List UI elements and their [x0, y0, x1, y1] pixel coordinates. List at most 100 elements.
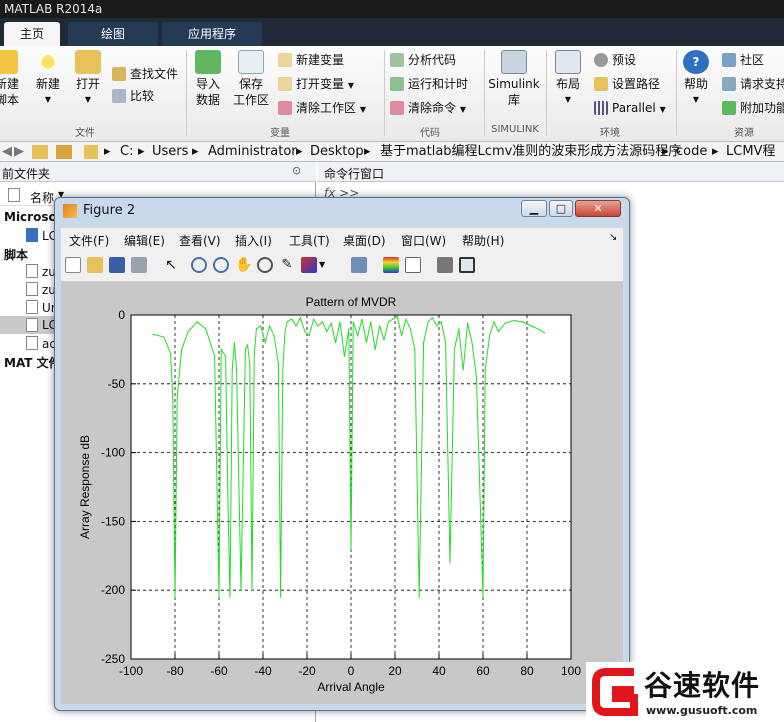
menu-file[interactable]: 文件(F): [69, 232, 109, 249]
simulink-icon: [501, 50, 527, 74]
zoom-in-icon[interactable]: [191, 257, 207, 273]
list-item[interactable]: ac: [26, 336, 56, 351]
tab-plots[interactable]: 绘图: [68, 22, 158, 46]
new-figure-icon[interactable]: [65, 257, 81, 273]
brush-icon[interactable]: [301, 257, 317, 273]
community-button[interactable]: 社区: [722, 50, 764, 70]
breadcrumb-item[interactable]: 基于matlab编程Lcmv准则的波束形成方法源码程序: [380, 142, 681, 162]
new-script-button[interactable]: 新建 脚本: [0, 50, 22, 108]
address-bar: ◀ ▶ ▸ C: ▸ Users ▸ Administrator ▸ Deskt…: [0, 142, 784, 179]
legend-icon[interactable]: [405, 257, 421, 273]
response-data-point: [427, 321, 429, 323]
zoom-out-icon[interactable]: [213, 257, 229, 273]
list-item[interactable]: Ur: [26, 300, 56, 315]
breadcrumb-item[interactable]: code: [676, 142, 707, 162]
rotate-3d-icon[interactable]: [257, 257, 273, 273]
y-tick-label: -50: [108, 377, 126, 391]
column-header-name[interactable]: 名称: [30, 189, 54, 206]
hide-tools-icon[interactable]: [437, 257, 453, 273]
menu-insert[interactable]: 插入(I): [235, 232, 272, 249]
forward-arrow-icon[interactable]: ▶: [14, 142, 24, 162]
response-data-point: [370, 321, 372, 323]
set-path-button[interactable]: 设置路径: [594, 74, 660, 94]
response-data-point: [308, 335, 310, 337]
help-button[interactable]: ? 帮助 ▼: [680, 50, 712, 108]
menu-tools[interactable]: 工具(T): [289, 232, 330, 249]
find-files-button[interactable]: 查找文件: [112, 64, 178, 84]
mvdr-pattern-chart[interactable]: -100 -80 -60 -40 -20 0 20 40 60 80 1000-50-100-150…: [61, 282, 623, 704]
chevron-down-icon[interactable]: ▼: [319, 257, 329, 273]
breadcrumb-item[interactable]: C:: [120, 142, 133, 162]
request-support-button[interactable]: 请求支持: [722, 74, 784, 94]
pointer-icon[interactable]: ↖: [163, 257, 179, 273]
x-tick-label: 80: [520, 664, 534, 678]
figure-title: Figure 2: [83, 203, 136, 218]
menu-help[interactable]: 帮助(H): [462, 232, 504, 249]
panel-title: 前文件夹: [2, 167, 51, 181]
colorbar-icon[interactable]: [383, 257, 399, 273]
parallel-button[interactable]: Parallel ▼: [594, 98, 666, 118]
compare-button[interactable]: 比较: [112, 86, 154, 106]
list-item[interactable]: zu: [26, 264, 56, 279]
figure-window[interactable]: Figure 2 ▁ □ ✕ 文件(F) 编辑(E) 查看(V) 插入(I) 工…: [54, 197, 630, 711]
response-data-point: [383, 339, 385, 341]
menu-desktop[interactable]: 桌面(D): [343, 232, 386, 249]
clear-commands-button[interactable]: 清除命令 ▼: [390, 98, 466, 118]
analyze-code-button[interactable]: 分析代码: [390, 50, 456, 70]
tab-apps[interactable]: 应用程序: [162, 22, 262, 46]
open-variable-button[interactable]: 打开变量 ▼: [278, 74, 354, 94]
up-folder-icon[interactable]: [32, 145, 48, 159]
breadcrumb-item[interactable]: Desktop: [310, 142, 364, 162]
open-variable-icon: [278, 77, 292, 91]
show-tools-icon[interactable]: [459, 257, 475, 273]
plus-icon: [722, 101, 736, 115]
breadcrumb-separator: ▸: [104, 144, 111, 159]
run-and-time-button[interactable]: 运行和计时: [390, 74, 468, 94]
save-workspace-button[interactable]: 保存 工作区: [230, 50, 272, 108]
preferences-button[interactable]: 预设: [594, 50, 636, 70]
addons-button[interactable]: 附加功能: [722, 98, 784, 118]
browse-folder-icon[interactable]: [56, 145, 72, 159]
layout-button[interactable]: 布局 ▼: [550, 50, 586, 108]
response-data-point: [544, 332, 546, 334]
open-button[interactable]: 打开 ▼: [70, 50, 106, 108]
import-data-button[interactable]: 导入 数据: [190, 50, 226, 108]
chevron-down-icon: ▼: [564, 95, 572, 104]
figure-menubar: 文件(F) 编辑(E) 查看(V) 插入(I) 工具(T) 桌面(D) 窗口(W…: [61, 228, 623, 250]
response-data-point: [313, 318, 315, 320]
response-data-point: [317, 325, 319, 327]
set-path-label: 设置路径: [612, 77, 661, 91]
simulink-library-button[interactable]: Simulink 库: [488, 50, 540, 108]
new-button[interactable]: 新建 ▼: [28, 50, 68, 108]
pan-hand-icon[interactable]: ✋: [235, 257, 252, 273]
menu-view[interactable]: 查看(V): [179, 232, 221, 249]
response-data-point: [280, 596, 282, 598]
x-axis-label: Arrival Angle: [317, 680, 385, 694]
print-icon[interactable]: [131, 257, 147, 273]
response-data-point: [152, 333, 154, 335]
menu-window[interactable]: 窗口(W): [401, 232, 446, 249]
response-data-point: [326, 330, 328, 333]
tab-home[interactable]: 主页: [4, 22, 60, 46]
close-button[interactable]: ✕: [575, 200, 621, 217]
chevron-down-icon: ▼: [692, 95, 700, 104]
response-data-point: [414, 348, 416, 350]
maximize-button[interactable]: □: [549, 200, 573, 217]
new-variable-button[interactable]: 新建变量: [278, 50, 344, 70]
dock-arrow-icon[interactable]: ↘: [609, 232, 617, 243]
y-axis-label: Array Response dB: [78, 435, 92, 539]
save-icon[interactable]: [109, 257, 125, 273]
panel-menu-icon[interactable]: ⊙: [292, 164, 301, 177]
list-item[interactable]: zu: [26, 282, 56, 297]
list-item[interactable]: LC: [26, 228, 57, 243]
back-arrow-icon[interactable]: ◀: [2, 142, 12, 162]
data-cursor-icon[interactable]: ✎: [279, 257, 295, 273]
breadcrumb-item[interactable]: Users: [152, 142, 188, 162]
minimize-button[interactable]: ▁: [521, 200, 547, 217]
link-plot-icon[interactable]: [351, 257, 367, 273]
menu-edit[interactable]: 编辑(E): [124, 232, 165, 249]
breadcrumb-item[interactable]: Administrator: [208, 142, 297, 162]
question-icon: ?: [683, 50, 709, 74]
open-file-icon[interactable]: [87, 257, 103, 273]
clear-workspace-button[interactable]: 清除工作区 ▼: [278, 98, 366, 118]
